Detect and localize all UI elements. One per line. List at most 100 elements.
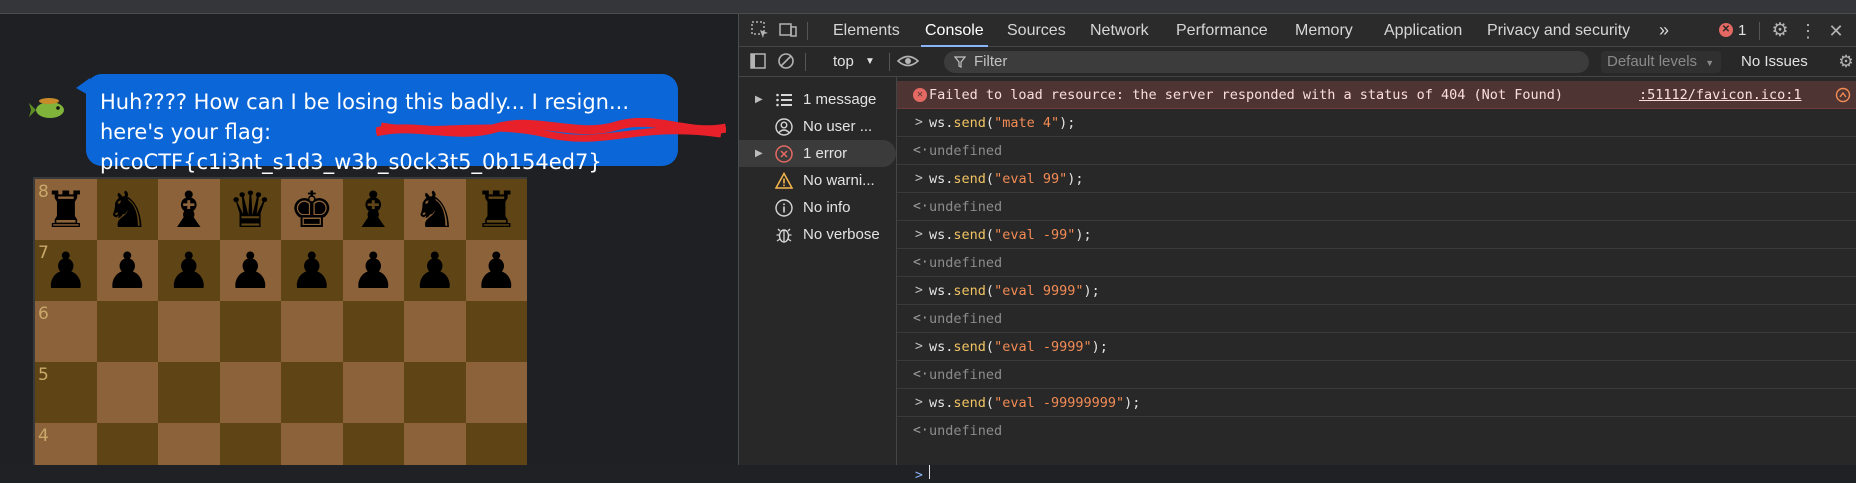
black-pawn[interactable]: ♟ [105,246,150,296]
black-rook[interactable]: ♜ [474,185,519,235]
square[interactable]: 4 [35,423,97,465]
square[interactable] [158,362,220,423]
network-request-icon[interactable] [1835,87,1851,103]
square[interactable]: ♟ [465,240,527,301]
square[interactable] [158,423,220,465]
console-input-row[interactable]: > ws.send("eval -99999999"); [897,389,1856,417]
black-pawn[interactable]: ♟ [412,246,457,296]
square[interactable] [465,301,527,362]
tab-network[interactable]: Network [1090,14,1149,47]
error-count[interactable]: 1 [1738,14,1746,47]
square[interactable] [96,301,158,362]
black-pawn[interactable]: ♟ [474,246,519,296]
square[interactable]: ♟ [219,240,281,301]
log-levels-select[interactable]: Default levels ▼ [1601,51,1721,73]
console-input-row[interactable]: > ws.send("mate 4"); [897,109,1856,137]
chess-board[interactable]: 8 ♜ ♞ ♝ ♛ ♚ ♝ ♞ ♜ 7 ♟ ♟ ♟ ♟ ♟ ♟ ♟ ♟ 6 5 … [33,177,527,465]
square[interactable]: 8 ♜ [35,179,97,240]
tab-performance[interactable]: Performance [1176,14,1268,47]
square[interactable]: ♟ [96,240,158,301]
black-bishop[interactable]: ♝ [351,185,396,235]
square[interactable]: ♟ [281,240,343,301]
square[interactable] [342,423,404,465]
expand-arrow-icon[interactable]: ▶ [755,140,763,167]
tab-privacy-security[interactable]: Privacy and security [1487,14,1630,47]
square[interactable]: ♟ [158,240,220,301]
square[interactable] [342,362,404,423]
settings-gear-icon[interactable]: ⚙ [1769,20,1791,42]
sidebar-item-info[interactable]: No info [739,194,896,221]
square[interactable]: ♞ [96,179,158,240]
filter-input[interactable]: Filter [944,51,1589,73]
square[interactable] [404,423,466,465]
square[interactable] [404,301,466,362]
sidebar-item-verbose[interactable]: No verbose [739,221,896,248]
black-pawn[interactable]: ♟ [228,246,273,296]
square[interactable] [96,362,158,423]
square[interactable] [96,423,158,465]
clear-console-icon[interactable] [775,51,797,73]
more-options-icon[interactable]: ⋮ [1797,20,1819,42]
square[interactable]: ♜ [465,179,527,240]
expand-arrow-icon[interactable]: ▶ [755,86,763,113]
square[interactable] [219,362,281,423]
error-badge-icon[interactable]: ✕ [1719,23,1733,37]
square[interactable] [404,362,466,423]
black-queen[interactable]: ♛ [228,185,273,235]
square[interactable]: ♛ [219,179,281,240]
inspect-element-icon[interactable] [749,20,771,42]
square[interactable] [219,423,281,465]
tab-application[interactable]: Application [1384,14,1462,47]
context-select[interactable]: top [833,51,854,73]
console-input-row[interactable]: > ws.send("eval -99"); [897,221,1856,249]
console-input-row[interactable]: > ws.send("eval 9999"); [897,277,1856,305]
square[interactable]: ♟ [342,240,404,301]
console-settings-gear-icon[interactable]: ⚙ [1835,51,1856,73]
tab-memory[interactable]: Memory [1295,14,1353,47]
tab-console[interactable]: Console [921,14,988,47]
square[interactable]: ♝ [158,179,220,240]
console-prompt-input[interactable] [929,465,930,479]
console-input-row[interactable]: > ws.send("eval -9999"); [897,333,1856,361]
black-bishop[interactable]: ♝ [166,185,211,235]
console-output[interactable]: ✕ Failed to load resource: the server re… [897,77,1856,483]
square[interactable]: ♟ [404,240,466,301]
square[interactable]: 7 ♟ [35,240,97,301]
black-knight[interactable]: ♞ [105,185,150,235]
square[interactable]: ♞ [404,179,466,240]
issues-counter[interactable]: No Issues [1741,51,1808,73]
square[interactable] [158,301,220,362]
sidebar-item-messages[interactable]: ▶ 1 message [739,86,896,113]
sidebar-item-warnings[interactable]: No warni... [739,167,896,194]
console-input-row[interactable]: > ws.send("eval 99"); [897,165,1856,193]
black-pawn[interactable]: ♟ [351,246,396,296]
square[interactable]: 5 [35,362,97,423]
square[interactable] [281,301,343,362]
black-king[interactable]: ♚ [289,185,334,235]
black-knight[interactable]: ♞ [412,185,457,235]
square[interactable] [281,423,343,465]
square[interactable] [219,301,281,362]
black-pawn[interactable]: ♟ [43,246,88,296]
square[interactable]: 6 [35,301,97,362]
square[interactable] [342,301,404,362]
sidebar-item-errors[interactable]: ▶ 1 error [739,140,896,167]
black-pawn[interactable]: ♟ [289,246,334,296]
sidebar-toggle-icon[interactable] [747,51,769,73]
square[interactable] [281,362,343,423]
black-rook[interactable]: ♜ [43,185,88,235]
square[interactable] [465,423,527,465]
close-devtools-icon[interactable]: ✕ [1825,20,1847,42]
tab-sources[interactable]: Sources [1007,14,1066,47]
device-toolbar-icon[interactable] [777,20,799,42]
square[interactable]: ♚ [281,179,343,240]
live-expression-eye-icon[interactable] [896,51,920,73]
error-source-link[interactable]: :51112/favicon.ico:1 [1639,81,1802,109]
tab-elements[interactable]: Elements [833,14,900,47]
black-pawn[interactable]: ♟ [166,246,211,296]
context-dropdown-icon[interactable]: ▼ [865,51,875,73]
sidebar-item-user-messages[interactable]: No user ... [739,113,896,140]
square[interactable] [465,362,527,423]
more-tabs-icon[interactable]: » [1659,14,1669,47]
square[interactable]: ♝ [342,179,404,240]
